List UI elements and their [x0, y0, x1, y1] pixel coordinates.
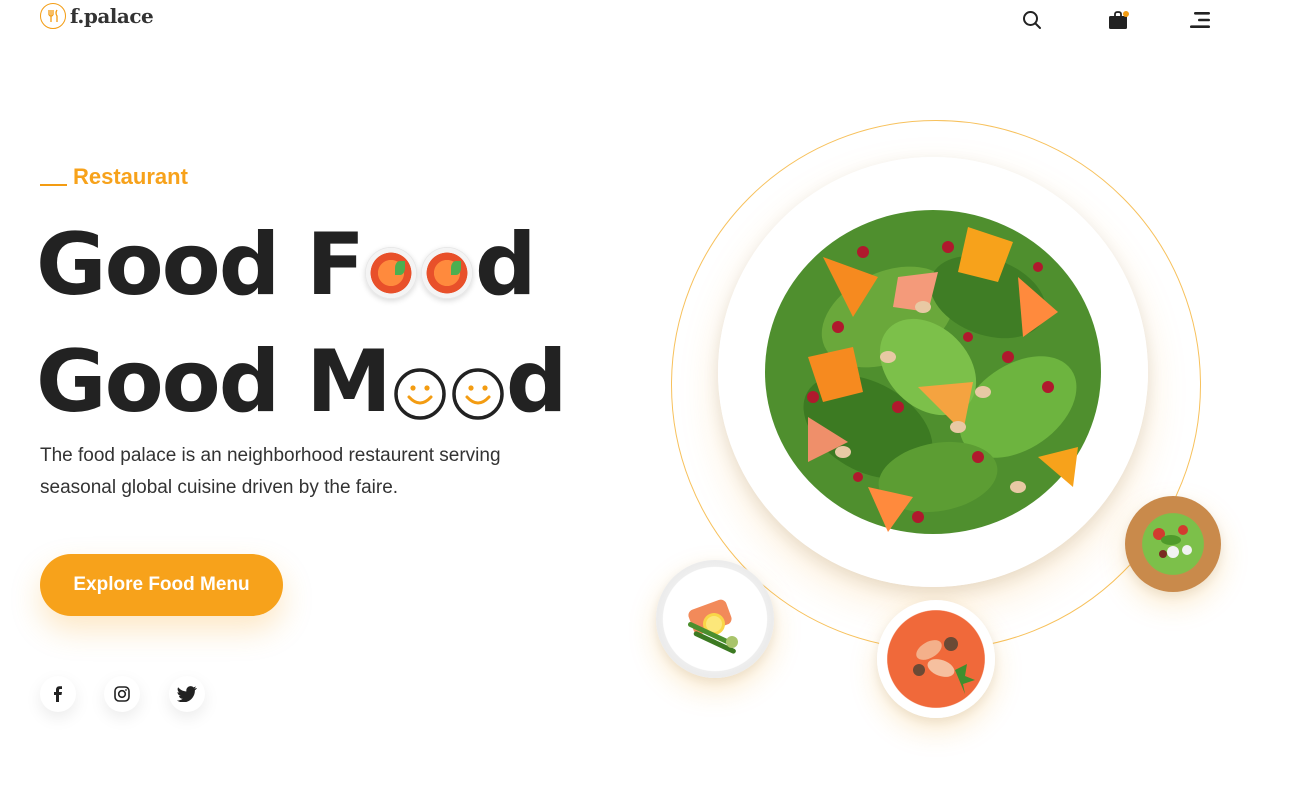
- salad-bowl-image: [1125, 496, 1221, 592]
- smiley-icon: [452, 348, 504, 434]
- headline-line-1-end: d: [475, 215, 537, 315]
- instagram-icon[interactable]: [104, 676, 140, 712]
- facebook-icon[interactable]: [40, 676, 76, 712]
- brand-name: f.palace: [70, 4, 154, 28]
- hero-description: The food palace is an neighborhood resta…: [40, 445, 501, 498]
- brand-logo[interactable]: f.palace: [40, 3, 154, 29]
- food-bowl-icon: [365, 247, 418, 299]
- headline-line-1-start: Good F: [36, 215, 365, 315]
- explore-food-menu-button[interactable]: Explore Food Menu: [40, 554, 283, 616]
- headline-line-1: Good F d: [36, 215, 537, 315]
- headline-line-2-start: Good M: [36, 332, 392, 432]
- shopping-bag-icon[interactable]: [1106, 8, 1130, 32]
- food-bowl-icon: [421, 247, 474, 299]
- search-icon[interactable]: [1020, 8, 1044, 32]
- headline-line-2: Good M d: [36, 330, 568, 434]
- seafood-soup-bowl-image: [877, 600, 995, 718]
- salmon-plate-image: [656, 560, 774, 678]
- eyebrow-label: Restaurant: [73, 164, 188, 189]
- headline-line-2-end: d: [505, 332, 568, 432]
- cart-indicator-dot: [1123, 11, 1129, 17]
- salad-plate-image: [718, 157, 1148, 587]
- eyebrow-line: [40, 184, 67, 186]
- twitter-icon[interactable]: [169, 676, 205, 712]
- fork-knife-logo-icon: [40, 3, 66, 29]
- menu-icon[interactable]: [1189, 8, 1213, 32]
- eyebrow: Restaurant: [40, 164, 188, 190]
- smiley-icon: [394, 348, 446, 434]
